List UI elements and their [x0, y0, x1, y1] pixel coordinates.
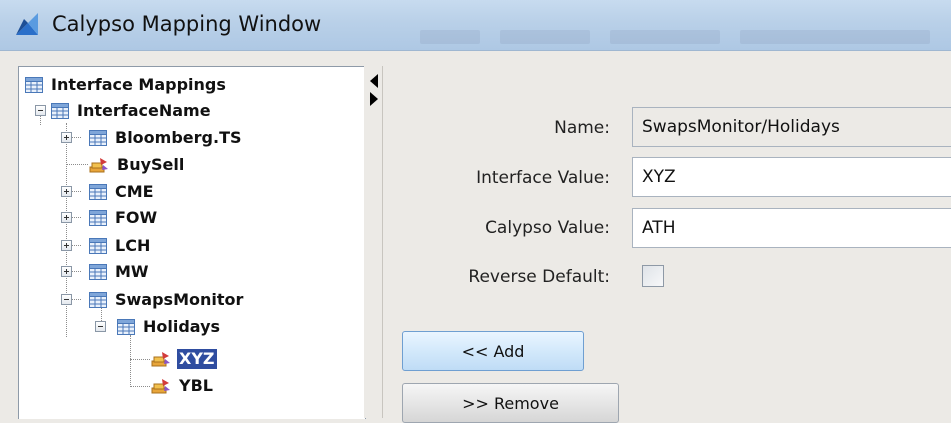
- table-icon: [89, 292, 107, 308]
- titlebar-background-shadow: [500, 30, 590, 44]
- tree-node-swapsmonitor[interactable]: SwapsMonitor: [89, 288, 245, 312]
- tree-connector: [71, 299, 81, 300]
- tree-connector: [130, 386, 150, 387]
- tree-node-lch[interactable]: LCH: [89, 234, 152, 258]
- titlebar-background-shadow: [610, 30, 720, 44]
- tree-node-bloomberg[interactable]: Bloomberg.TS: [89, 126, 244, 150]
- expand-toggle-cme[interactable]: [61, 186, 72, 197]
- titlebar-background-shadow: [420, 30, 480, 44]
- table-icon: [89, 238, 107, 254]
- tree-node-label: Holidays: [143, 317, 221, 336]
- tree-node-label: Bloomberg.TS: [115, 128, 242, 147]
- mapping-leaf-icon: [151, 379, 170, 394]
- table-icon: [89, 210, 107, 226]
- expand-toggle-lch[interactable]: [61, 240, 72, 251]
- mapping-leaf-icon: [151, 352, 170, 367]
- interface-value-label: Interface Value:: [476, 168, 610, 188]
- collapse-left-arrow-icon[interactable]: [370, 74, 378, 88]
- tree-node-label: MW: [115, 262, 149, 281]
- titlebar-background-shadow: [740, 30, 930, 44]
- expand-toggle-fow[interactable]: [61, 212, 72, 223]
- tree-node-label: YBL: [179, 376, 213, 395]
- tree-connector: [71, 217, 81, 218]
- collapse-toggle-interfacename[interactable]: [35, 105, 46, 116]
- table-icon: [117, 319, 135, 335]
- tree-node-label: BuySell: [117, 155, 185, 174]
- tree-node-holidays[interactable]: Holidays: [117, 315, 222, 339]
- calypso-logo-icon: [16, 13, 38, 35]
- tree-node-fow[interactable]: FOW: [89, 206, 159, 230]
- tree-node-mw[interactable]: MW: [89, 260, 151, 284]
- expand-toggle-mw[interactable]: [61, 266, 72, 277]
- expand-toggle-bloomberg[interactable]: [61, 132, 72, 143]
- name-label: Name:: [554, 118, 610, 138]
- window-titlebar: Calypso Mapping Window: [0, 0, 951, 51]
- tree-node-label: LCH: [115, 236, 151, 255]
- tree-node-cme[interactable]: CME: [89, 180, 156, 204]
- table-icon: [89, 130, 107, 146]
- table-icon: [89, 184, 107, 200]
- tree-node-buysell[interactable]: BuySell: [89, 153, 186, 177]
- table-icon: [25, 77, 43, 93]
- tree-node-label-selected: XYZ: [176, 348, 218, 370]
- calypso-value-label: Calypso Value:: [485, 218, 610, 238]
- tree-connector: [130, 335, 131, 387]
- expand-right-arrow-icon[interactable]: [370, 92, 378, 106]
- tree-connector: [71, 137, 81, 138]
- tree-node-ybl[interactable]: YBL: [151, 374, 215, 398]
- tree-root[interactable]: Interface Mappings: [25, 73, 228, 97]
- tree-connector: [71, 245, 81, 246]
- interface-value-input[interactable]: XYZ: [632, 157, 951, 197]
- tree-connector: [71, 191, 81, 192]
- table-icon: [89, 264, 107, 280]
- tree-connector: [66, 164, 88, 165]
- name-field: SwapsMonitor/Holidays: [632, 107, 951, 147]
- tree-node-interfacename[interactable]: InterfaceName: [51, 99, 213, 123]
- collapse-toggle-swapsmonitor[interactable]: [61, 294, 72, 305]
- splitter-edge: [382, 66, 383, 418]
- reverse-default-label: Reverse Default:: [468, 267, 610, 287]
- reverse-default-checkbox[interactable]: [642, 265, 664, 287]
- tree-connector: [130, 359, 150, 360]
- add-button[interactable]: << Add: [402, 331, 584, 371]
- mapping-leaf-icon: [89, 158, 108, 173]
- tree-node-xyz[interactable]: XYZ: [151, 347, 218, 371]
- calypso-value-input[interactable]: ATH: [632, 208, 951, 248]
- collapse-toggle-holidays[interactable]: [95, 321, 106, 332]
- tree-node-label: InterfaceName: [77, 101, 211, 120]
- window-title: Calypso Mapping Window: [52, 12, 322, 36]
- tree-root-label: Interface Mappings: [51, 75, 226, 94]
- table-icon: [51, 103, 69, 119]
- tree-connector: [71, 271, 81, 272]
- tree-node-label: FOW: [115, 208, 158, 227]
- panel-splitter[interactable]: [364, 66, 384, 418]
- remove-button[interactable]: >> Remove: [402, 383, 619, 423]
- mapping-tree[interactable]: Interface Mappings InterfaceName Bloombe…: [18, 66, 366, 419]
- tree-node-label: CME: [115, 182, 154, 201]
- tree-node-label: SwapsMonitor: [115, 290, 244, 309]
